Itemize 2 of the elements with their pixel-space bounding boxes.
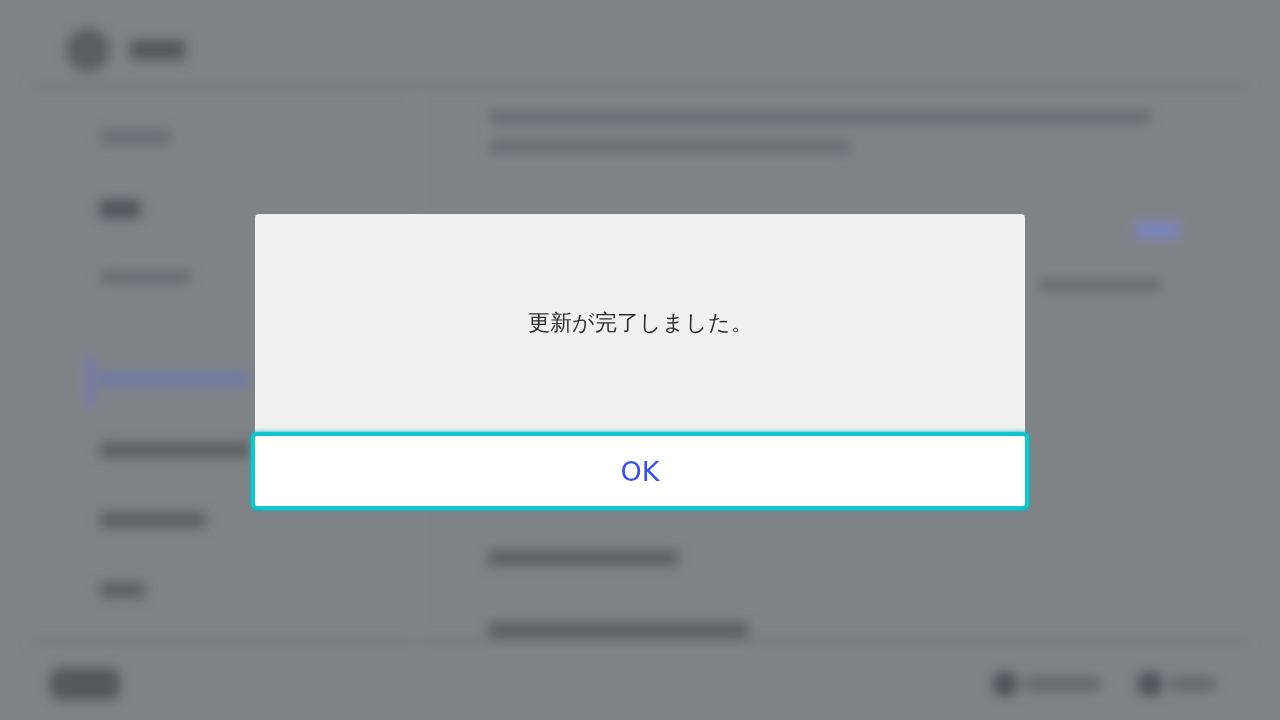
dialog-message: 更新が完了しました。 [526,309,754,337]
ok-button[interactable]: OK [251,432,1029,510]
